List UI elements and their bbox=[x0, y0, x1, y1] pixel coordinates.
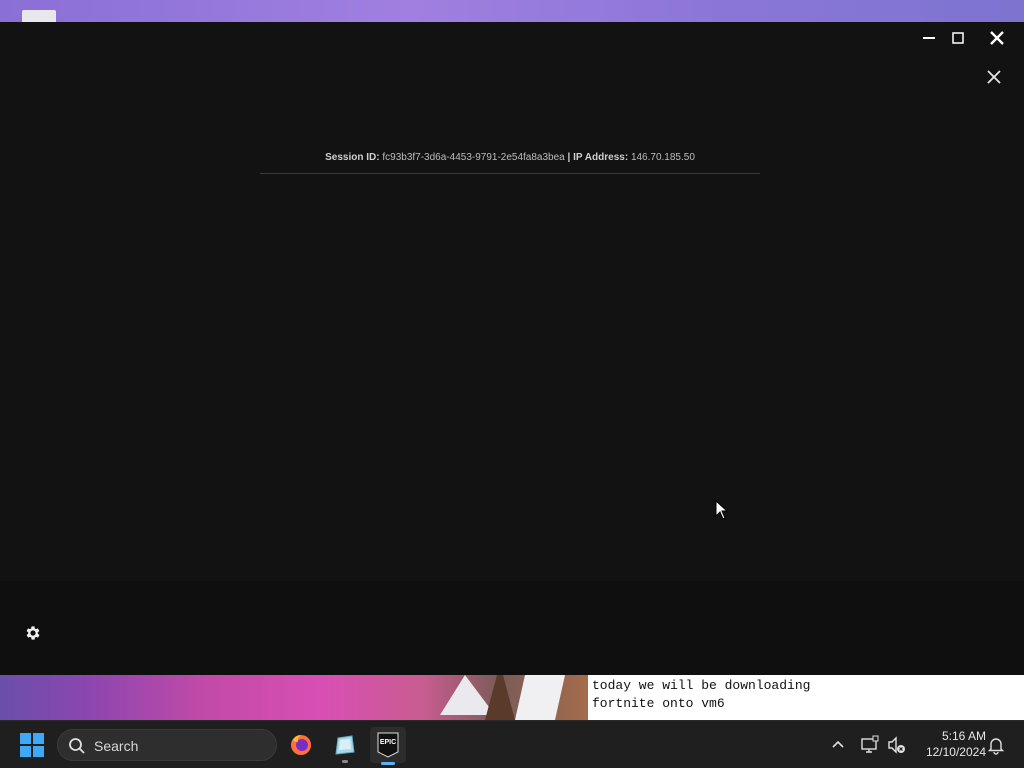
search-icon bbox=[69, 738, 85, 754]
vm-app-icon bbox=[335, 735, 355, 755]
taskbar-app-epic-games[interactable]: EPIC bbox=[370, 727, 406, 765]
session-info: Session ID: fc93b3f7-3d6a-4453-9791-2e54… bbox=[260, 152, 760, 163]
taskbar-clock[interactable]: 5:16 AM 12/10/2024 bbox=[914, 728, 986, 760]
minimize-button[interactable] bbox=[915, 28, 943, 48]
taskbar-search[interactable]: Search bbox=[57, 729, 277, 761]
clock-time: 5:16 AM bbox=[941, 729, 986, 743]
stream-caption: today we will be downloading fortnite on… bbox=[588, 675, 1024, 720]
minimize-icon bbox=[923, 37, 935, 39]
close-icon bbox=[990, 31, 1004, 45]
svg-text:EPIC: EPIC bbox=[380, 739, 396, 746]
firefox-icon bbox=[291, 735, 311, 755]
session-id-value: fc93b3f7-3d6a-4453-9791-2e54fa8a3bea bbox=[382, 152, 565, 163]
taskbar-app-vm[interactable] bbox=[327, 727, 363, 763]
windows-start-icon[interactable] bbox=[20, 733, 44, 757]
taskbar: Search EPIC 5:16 AM 12/10/2024 bbox=[0, 720, 1024, 768]
remote-session-window: Session ID: fc93b3f7-3d6a-4453-9791-2e54… bbox=[0, 22, 1024, 581]
running-indicator bbox=[342, 760, 348, 763]
desktop-background bbox=[0, 0, 1024, 22]
close-icon bbox=[987, 70, 1001, 84]
desktop-folder-icon[interactable] bbox=[22, 10, 56, 22]
caption-line-2: fortnite onto vm6 bbox=[592, 696, 725, 711]
ip-address-label: IP Address: bbox=[573, 152, 629, 163]
stream-overlay-image bbox=[0, 675, 588, 720]
taskbar-app-firefox[interactable] bbox=[283, 727, 319, 763]
network-icon[interactable] bbox=[859, 734, 881, 756]
divider bbox=[260, 173, 760, 174]
volume-muted-icon[interactable] bbox=[886, 734, 908, 756]
caption-line-1: today we will be downloading bbox=[592, 678, 811, 693]
ip-address-value: 146.70.185.50 bbox=[630, 152, 695, 163]
session-separator: | bbox=[567, 152, 571, 163]
gear-icon[interactable] bbox=[24, 624, 42, 642]
session-id-label: Session ID: bbox=[325, 152, 380, 163]
close-session-button[interactable] bbox=[980, 66, 1008, 88]
search-label: Search bbox=[94, 738, 139, 754]
mouse-cursor-icon bbox=[715, 500, 729, 520]
notification-bell-icon[interactable] bbox=[986, 735, 1006, 755]
maximize-button[interactable] bbox=[944, 28, 972, 48]
chevron-up-icon[interactable] bbox=[828, 735, 848, 755]
settings-panel bbox=[0, 581, 1024, 675]
close-window-button[interactable] bbox=[983, 28, 1011, 48]
clock-date: 12/10/2024 bbox=[925, 745, 986, 759]
epic-games-icon: EPIC bbox=[377, 732, 399, 758]
maximize-icon bbox=[952, 32, 964, 44]
active-indicator bbox=[381, 762, 395, 765]
